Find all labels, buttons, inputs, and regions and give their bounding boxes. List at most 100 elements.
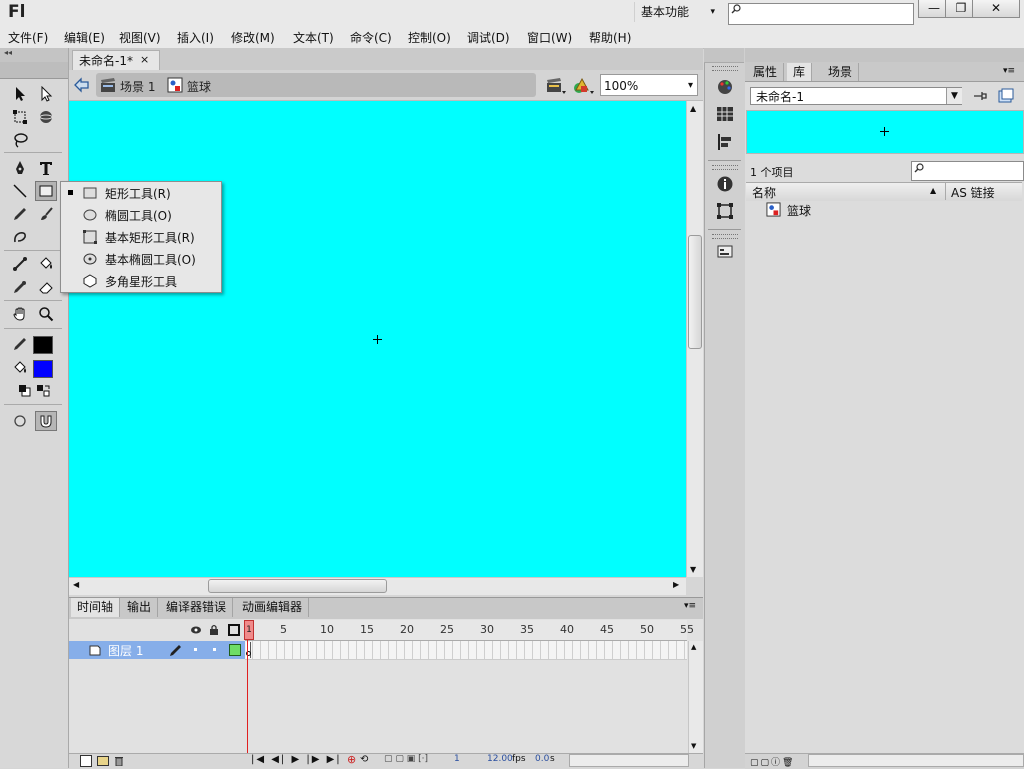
workspace-switcher[interactable]: 基本功能 ▾ bbox=[634, 2, 719, 22]
flyout-item-primitive-oval[interactable]: 基本椭圆工具(O) bbox=[61, 248, 221, 270]
library-panel-header[interactable] bbox=[745, 48, 1024, 63]
lasso-tool[interactable] bbox=[9, 130, 31, 150]
dock-grip[interactable] bbox=[712, 234, 738, 239]
paint-bucket-tool[interactable] bbox=[35, 254, 57, 274]
library-item-name[interactable]: 篮球 bbox=[787, 202, 811, 219]
tab-scene[interactable]: 场景 bbox=[822, 63, 860, 81]
menu-help[interactable]: 帮助(H) bbox=[589, 29, 631, 46]
color-panel-button[interactable] bbox=[712, 76, 738, 98]
trash-icon[interactable] bbox=[114, 755, 124, 767]
pencil-tool[interactable] bbox=[9, 204, 31, 224]
menu-control[interactable]: 控制(O) bbox=[408, 29, 451, 46]
tab-output[interactable]: 输出 bbox=[121, 598, 159, 617]
vertical-scroll-thumb[interactable] bbox=[688, 235, 702, 349]
tab-properties[interactable]: 属性 bbox=[747, 63, 785, 81]
pen-tool[interactable] bbox=[9, 158, 31, 178]
menu-insert[interactable]: 插入(I) bbox=[177, 29, 214, 46]
menu-edit[interactable]: 编辑(E) bbox=[64, 29, 105, 46]
flyout-item-primitive-rectangle[interactable]: 基本矩形工具(R) bbox=[61, 226, 221, 248]
zoom-tool[interactable] bbox=[35, 304, 57, 324]
tools-panel-grip[interactable] bbox=[0, 62, 68, 79]
swap-colors-button[interactable] bbox=[32, 381, 54, 401]
library-horizontal-scrollbar[interactable] bbox=[808, 754, 1024, 767]
scroll-right-icon[interactable]: ▶ bbox=[673, 580, 679, 589]
fps-readout[interactable]: 12.00 bbox=[487, 754, 513, 764]
tools-panel-header[interactable]: ◂◂ bbox=[0, 48, 68, 63]
tab-motion-editor[interactable]: 动画编辑器 bbox=[236, 598, 310, 617]
column-divider[interactable] bbox=[945, 183, 946, 200]
menu-text[interactable]: 文本(T) bbox=[293, 29, 334, 46]
edit-scene-button[interactable] bbox=[545, 76, 567, 96]
bone-tool[interactable] bbox=[9, 254, 31, 274]
dock-grip[interactable] bbox=[712, 165, 738, 170]
scroll-up-icon[interactable]: ▲ bbox=[690, 104, 696, 113]
menu-modify[interactable]: 修改(M) bbox=[231, 29, 275, 46]
flyout-item-rectangle[interactable]: 矩形工具(R) bbox=[61, 182, 221, 204]
lock-icon[interactable] bbox=[208, 624, 220, 636]
3d-rotation-tool[interactable] bbox=[35, 107, 57, 127]
breadcrumb-symbol[interactable]: 篮球 bbox=[187, 78, 211, 95]
timeline-horizontal-scrollbar[interactable] bbox=[569, 754, 689, 767]
frame-ruler[interactable] bbox=[245, 620, 687, 641]
rectangle-tool[interactable] bbox=[35, 181, 57, 201]
help-search-input[interactable] bbox=[728, 3, 914, 25]
menu-debug[interactable]: 调试(D) bbox=[467, 29, 510, 46]
lock-dot-icon[interactable] bbox=[213, 648, 216, 651]
onion-skin-icons[interactable]: ▢ ▢ ▣ [·] bbox=[384, 754, 428, 764]
current-frame-readout[interactable]: 1 bbox=[454, 754, 460, 764]
column-name[interactable]: 名称 bbox=[752, 184, 776, 201]
menu-window[interactable]: 窗口(W) bbox=[527, 29, 572, 46]
align-panel-button[interactable] bbox=[712, 131, 738, 153]
layer-outline-color[interactable] bbox=[229, 644, 241, 656]
playback-controls-icon[interactable]: |◀ ◀| ▶ |▶ ▶| bbox=[251, 754, 342, 765]
playhead[interactable]: 1 bbox=[244, 620, 254, 640]
swatches-panel-button[interactable] bbox=[712, 103, 738, 125]
edit-symbols-button[interactable] bbox=[572, 76, 596, 96]
horizontal-scroll-thumb[interactable] bbox=[208, 579, 387, 593]
scroll-left-icon[interactable]: ◀ bbox=[73, 580, 79, 589]
dock-header[interactable] bbox=[704, 48, 744, 63]
chevron-down-icon[interactable]: ▼ bbox=[946, 88, 962, 104]
object-drawing-toggle[interactable] bbox=[9, 411, 31, 431]
library-document-select[interactable]: 未命名-1 bbox=[750, 87, 962, 105]
library-search-input[interactable] bbox=[911, 161, 1024, 181]
library-action-icons[interactable]: ▢▢ⓘ🗑 bbox=[750, 755, 795, 768]
new-layer-icon[interactable] bbox=[80, 755, 92, 767]
tab-compiler-errors[interactable]: 编译器错误 bbox=[160, 598, 234, 617]
fill-color-swatch[interactable] bbox=[33, 360, 53, 378]
new-library-panel-button[interactable] bbox=[998, 88, 1014, 104]
transform-panel-button[interactable] bbox=[712, 200, 738, 222]
selection-tool[interactable] bbox=[9, 84, 31, 104]
menu-file[interactable]: 文件(F) bbox=[8, 29, 48, 46]
dock-grip[interactable] bbox=[712, 66, 738, 71]
deco-tool[interactable] bbox=[9, 227, 31, 247]
snap-to-objects-toggle[interactable] bbox=[35, 411, 57, 431]
eye-icon[interactable] bbox=[190, 624, 202, 636]
frames-row[interactable] bbox=[245, 641, 687, 660]
eraser-tool[interactable] bbox=[35, 277, 57, 297]
components-panel-button[interactable] bbox=[712, 241, 738, 263]
info-panel-button[interactable] bbox=[712, 173, 738, 195]
menu-command[interactable]: 命令(C) bbox=[350, 29, 392, 46]
close-tab-icon[interactable]: × bbox=[140, 53, 149, 66]
brush-tool[interactable] bbox=[35, 204, 57, 224]
text-tool[interactable] bbox=[35, 158, 57, 178]
sort-ascending-icon[interactable]: ▲ bbox=[930, 186, 936, 195]
new-folder-icon[interactable] bbox=[97, 756, 109, 766]
center-frame-icon[interactable]: ⊕ bbox=[347, 753, 356, 766]
panel-menu-icon[interactable]: ▾≡ bbox=[684, 601, 696, 611]
zoom-select[interactable]: 100% ▾ bbox=[600, 74, 698, 96]
panel-menu-icon[interactable]: ▾≡ bbox=[1003, 66, 1015, 76]
pin-library-button[interactable] bbox=[972, 88, 988, 104]
layer-name[interactable]: 图层 1 bbox=[108, 642, 143, 659]
hand-tool[interactable] bbox=[9, 304, 31, 324]
close-button[interactable]: ✕ bbox=[972, 0, 1020, 18]
scroll-down-icon[interactable]: ▼ bbox=[690, 565, 696, 574]
timeline-vertical-scrollbar[interactable] bbox=[688, 641, 703, 753]
tab-library[interactable]: 库 bbox=[787, 63, 813, 81]
visibility-dot-icon[interactable] bbox=[194, 648, 197, 651]
flyout-item-oval[interactable]: 椭圆工具(O) bbox=[61, 204, 221, 226]
loop-icon[interactable]: ⟲ bbox=[360, 754, 368, 765]
tab-timeline[interactable]: 时间轴 bbox=[71, 598, 121, 617]
breadcrumb-scene[interactable]: 场景 1 bbox=[120, 78, 155, 95]
